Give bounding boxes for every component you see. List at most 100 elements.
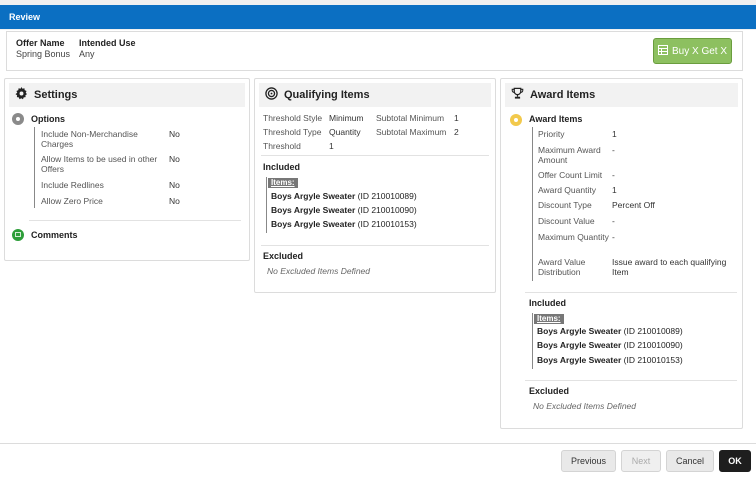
threshold-value: 1 xyxy=(329,141,334,151)
award-value: Percent Off xyxy=(612,200,655,210)
award-excluded-title: Excluded xyxy=(529,386,570,396)
award-label: Discount Type xyxy=(538,200,592,210)
award-included-divider xyxy=(532,313,533,369)
qualifying-divider xyxy=(261,155,489,156)
list-item: Boys Argyle Sweater (ID 210010090) xyxy=(271,205,417,215)
award-divider xyxy=(525,380,737,381)
qualifying-title: Qualifying Items xyxy=(284,89,370,101)
threshold-style-value: Minimum xyxy=(329,113,364,123)
list-item: Boys Argyle Sweater (ID 210010153) xyxy=(271,219,417,229)
footer-bar: Previous Next Cancel OK xyxy=(0,443,756,478)
award-value: - xyxy=(612,145,615,155)
award-items-panel: Award Items Award Items Priority 1 Maxim… xyxy=(500,78,743,429)
item-id: (ID 210010090) xyxy=(357,205,417,215)
offer-name-label: Offer Name xyxy=(16,38,65,48)
items-badge: Items: xyxy=(268,178,298,188)
item-name: Boys Argyle Sweater xyxy=(271,205,356,215)
offer-name-value: Spring Bonus xyxy=(16,49,71,59)
list-item: Boys Argyle Sweater (ID 210010090) xyxy=(537,340,683,350)
list-item: Boys Argyle Sweater (ID 210010153) xyxy=(537,355,683,365)
included-items-divider xyxy=(266,177,267,233)
award-label: Maximum Quantity xyxy=(538,232,609,242)
settings-title: Settings xyxy=(34,89,78,101)
list-item: Boys Argyle Sweater (ID 210010089) xyxy=(537,326,683,336)
ok-button[interactable]: OK xyxy=(719,450,751,472)
option-label: Allow Items to be used in other Offers xyxy=(41,154,158,174)
excluded-title: Excluded xyxy=(263,251,304,261)
subtotal-maximum-value: 2 xyxy=(454,127,459,137)
award-label: Discount Value xyxy=(538,216,595,226)
intended-use-label: Intended Use xyxy=(79,38,136,48)
offer-type-button[interactable]: Buy X Get X xyxy=(653,38,732,64)
item-id: (ID 210010153) xyxy=(623,355,683,365)
excluded-empty: No Excluded Items Defined xyxy=(267,266,370,276)
award-label: Priority xyxy=(538,129,565,139)
threshold-label: Threshold xyxy=(263,141,301,151)
page-title: Review xyxy=(0,5,756,29)
option-value: No xyxy=(169,129,180,139)
option-value: No xyxy=(169,196,180,206)
title-bar: Review xyxy=(0,0,756,30)
qualifying-divider xyxy=(261,245,489,246)
comments-icon xyxy=(12,229,24,241)
award-items-divider xyxy=(532,127,533,281)
offer-summary: Offer Name Spring Bonus Intended Use Any… xyxy=(6,31,743,71)
included-title: Included xyxy=(263,162,301,172)
item-name: Boys Argyle Sweater xyxy=(271,219,356,229)
item-name: Boys Argyle Sweater xyxy=(271,191,356,201)
options-title: Options xyxy=(31,114,65,124)
option-value: No xyxy=(169,154,180,164)
items-badge: Items: xyxy=(534,314,564,324)
option-label: Allow Zero Price xyxy=(41,196,103,206)
award-value: - xyxy=(612,232,615,242)
threshold-style-label: Threshold Style xyxy=(263,113,323,123)
item-id: (ID 210010153) xyxy=(357,219,417,229)
award-divider xyxy=(525,292,737,293)
subtotal-minimum-label: Subtotal Minimum xyxy=(376,113,445,123)
threshold-type-value: Quantity xyxy=(329,127,361,137)
subtotal-minimum-value: 1 xyxy=(454,113,459,123)
award-label: Award Quantity xyxy=(538,185,596,195)
option-label: Include Redlines xyxy=(41,180,104,190)
options-divider xyxy=(34,127,35,208)
threshold-type-label: Threshold Type xyxy=(263,127,322,137)
subtotal-maximum-label: Subtotal Maximum xyxy=(376,127,447,137)
award-included-title: Included xyxy=(529,298,567,308)
award-value: Issue award to each qualifying Item xyxy=(612,257,727,277)
award-label: Award Value Distribution xyxy=(538,257,586,277)
award-value: 1 xyxy=(612,129,617,139)
award-title: Award Items xyxy=(530,89,596,101)
option-label: Include Non-Merchandise Charges xyxy=(41,129,138,149)
offer-name: Offer Name Spring Bonus xyxy=(16,38,70,60)
award-value: 1 xyxy=(612,185,617,195)
cancel-button[interactable]: Cancel xyxy=(666,450,714,472)
award-value: - xyxy=(612,170,615,180)
grid-icon xyxy=(657,44,668,58)
list-item: Boys Argyle Sweater (ID 210010089) xyxy=(271,191,417,201)
offer-type-label: Buy X Get X xyxy=(671,45,728,57)
award-label: Maximum Award Amount xyxy=(538,145,601,165)
settings-divider xyxy=(29,220,241,221)
qualifying-items-panel: Qualifying Items Threshold Style Minimum… xyxy=(254,78,496,293)
award-items-icon xyxy=(510,114,522,126)
options-icon xyxy=(12,113,24,125)
gear-icon xyxy=(15,87,28,103)
previous-button[interactable]: Previous xyxy=(561,450,616,472)
award-header: Award Items xyxy=(505,83,738,107)
comments-title: Comments xyxy=(31,230,78,240)
item-id: (ID 210010089) xyxy=(623,326,683,336)
option-value: No xyxy=(169,180,180,190)
qualifying-header: Qualifying Items xyxy=(259,83,491,107)
award-items-title: Award Items xyxy=(529,114,583,124)
settings-panel: Settings Options Include Non-Merchandise… xyxy=(4,78,250,261)
next-button[interactable]: Next xyxy=(621,450,661,472)
item-id: (ID 210010090) xyxy=(623,340,683,350)
item-name: Boys Argyle Sweater xyxy=(537,340,622,350)
intended-use-value: Any xyxy=(79,49,95,59)
item-id: (ID 210010089) xyxy=(357,191,417,201)
award-label: Offer Count Limit xyxy=(538,170,603,180)
item-name: Boys Argyle Sweater xyxy=(537,355,622,365)
trophy-icon xyxy=(511,87,524,103)
award-excluded-empty: No Excluded Items Defined xyxy=(533,401,636,411)
target-icon xyxy=(265,87,278,103)
